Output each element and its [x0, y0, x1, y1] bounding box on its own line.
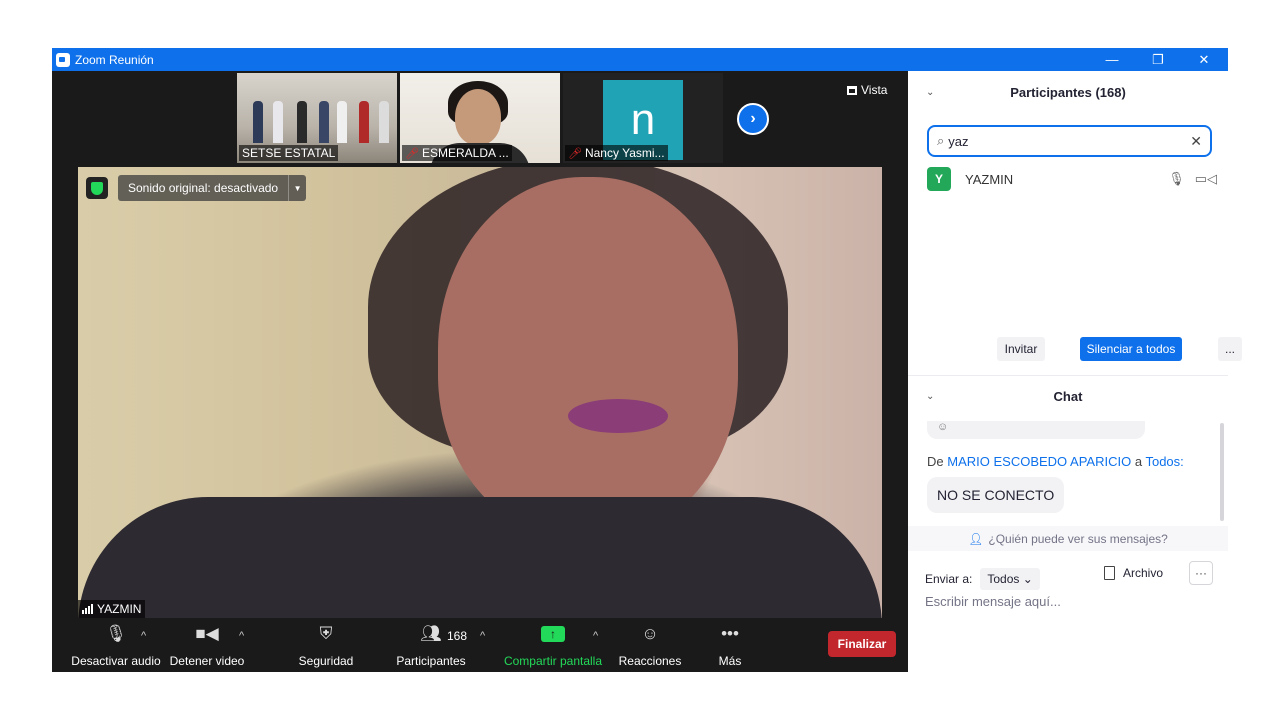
- thumbnail-name: 🎤︎ Nancy Yasmi...: [565, 145, 668, 161]
- invite-button[interactable]: Invitar: [997, 337, 1045, 361]
- zoom-app-icon: [56, 52, 70, 67]
- participants-options-caret-icon[interactable]: ^: [480, 630, 485, 642]
- original-sound-toggle[interactable]: Sonido original: desactivado ▼: [118, 175, 307, 201]
- more-button[interactable]: ••• Más: [710, 622, 750, 668]
- search-value[interactable]: yaz: [948, 134, 1190, 149]
- title-bar: Zoom Reunión — ❐ ✕: [52, 48, 1228, 71]
- encryption-shield-icon[interactable]: [86, 177, 108, 199]
- video-camera-icon[interactable]: ▭◁: [1195, 171, 1217, 187]
- chat-message-input[interactable]: Escribir mensaje aquí...: [925, 594, 1215, 609]
- emoji-icon: ☺︎: [937, 421, 949, 433]
- mic-muted-icon: 🎤︎: [568, 148, 582, 160]
- mute-audio-button[interactable]: 🎙︎ Desactivar audio: [62, 622, 170, 668]
- video-figure: [297, 101, 307, 143]
- participant-avatar: Y: [927, 167, 951, 191]
- video-figure: [273, 101, 283, 143]
- share-screen-button[interactable]: ↑ Compartir pantalla: [500, 622, 606, 668]
- shield-icon: ⛨: [319, 624, 333, 643]
- close-window-button[interactable]: ✕: [1181, 48, 1227, 71]
- participant-search-input[interactable]: ⌕ yaz ✕: [927, 125, 1212, 157]
- signal-strength-icon: [82, 604, 93, 614]
- send-to-dropdown[interactable]: Todos ⌄: [980, 568, 1040, 590]
- view-button[interactable]: Vista: [847, 83, 887, 97]
- next-page-button[interactable]: ›: [737, 103, 769, 135]
- microphone-icon: 🎙︎: [105, 624, 127, 643]
- participant-list-item[interactable]: Y YAZMIN 🎙︎ ▭◁: [927, 167, 1217, 191]
- audio-options-caret-icon[interactable]: ^: [141, 630, 146, 642]
- grid-icon: [847, 85, 857, 95]
- chat-message-header: De MARIO ESCOBEDO APARICIO a Todos:: [927, 454, 1184, 469]
- share-options-caret-icon[interactable]: ^: [593, 630, 598, 642]
- clear-search-icon[interactable]: ✕: [1190, 133, 1202, 150]
- video-figure: [455, 89, 501, 145]
- chat-message-bubble: ☺︎: [927, 421, 1145, 439]
- microphone-icon[interactable]: 🎙︎: [1168, 171, 1185, 187]
- reactions-button[interactable]: ☺︎ Reacciones: [614, 622, 686, 668]
- thumbnail-name: SETSE ESTATAL: [239, 145, 339, 161]
- stop-video-button[interactable]: ■◀ Detener video: [166, 622, 248, 668]
- smiley-plus-icon: ☺︎: [641, 624, 659, 643]
- end-meeting-button[interactable]: Finalizar: [828, 631, 896, 657]
- mic-muted-icon: 🎤︎: [405, 148, 419, 160]
- video-figure: [568, 399, 668, 433]
- mute-all-button[interactable]: Silenciar a todos: [1080, 337, 1182, 361]
- video-figure: [438, 177, 738, 537]
- chat-message-bubble: NO SE CONECTO: [927, 477, 1065, 513]
- video-thumbnail-esmeralda[interactable]: 🎤︎ ESMERALDA ...: [400, 73, 560, 163]
- restore-button[interactable]: ❐: [1135, 48, 1181, 71]
- participant-name: YAZMIN: [965, 171, 1014, 187]
- participants-count: 168: [447, 629, 468, 643]
- meeting-area: SETSE ESTATAL 🎤︎ ESMERALDA ... n 🎤︎ Nancy …: [52, 71, 908, 672]
- video-options-caret-icon[interactable]: ^: [239, 630, 244, 642]
- file-button[interactable]: Archivo: [1104, 566, 1163, 580]
- chevron-down-icon[interactable]: ⌄: [926, 387, 934, 407]
- meeting-toolbar: 🎙︎ Desactivar audio ^ ■◀ Detener video ^…: [52, 618, 908, 672]
- chat-scrollbar[interactable]: [1220, 423, 1224, 521]
- active-speaker-video: Sonido original: desactivado ▼ YAZMIN: [78, 167, 882, 618]
- zoom-window: Zoom Reunión — ❐ ✕ SETSE ESTATAL 🎤︎ ESMER…: [52, 48, 1242, 672]
- chat-header: ⌄ Chat: [908, 387, 1228, 407]
- participants-icon: 👥︎: [420, 624, 442, 643]
- person-icon: 👤︎: [968, 531, 984, 546]
- more-dots-icon: •••: [721, 624, 739, 643]
- security-button[interactable]: ⛨ Seguridad: [290, 622, 362, 668]
- participants-header: ⌄ Participantes (168): [908, 83, 1228, 103]
- video-figure: [359, 101, 369, 143]
- video-figure: [253, 101, 263, 143]
- thumbnail-name: 🎤︎ ESMERALDA ...: [402, 145, 512, 161]
- chat-recipient[interactable]: Todos:: [1145, 454, 1183, 469]
- video-figure: [379, 101, 389, 143]
- chevron-down-icon: ⌄: [1022, 572, 1033, 586]
- video-figure: [78, 497, 882, 618]
- who-can-see-link[interactable]: 👤︎ ¿Quién puede ver sus mensajes?: [908, 526, 1228, 551]
- minimize-button[interactable]: —: [1089, 48, 1135, 71]
- video-thumbnail-setse[interactable]: SETSE ESTATAL: [237, 73, 397, 163]
- video-thumbnail-nancy[interactable]: n 🎤︎ Nancy Yasmi...: [563, 73, 723, 163]
- chat-sender[interactable]: MARIO ESCOBEDO APARICIO: [947, 454, 1131, 469]
- send-to-row: Enviar a: Todos ⌄: [925, 568, 1040, 590]
- original-sound-label: Sonido original: desactivado: [128, 181, 279, 195]
- window-title: Zoom Reunión: [75, 52, 154, 67]
- divider: [908, 375, 1228, 376]
- share-screen-icon: ↑: [541, 622, 565, 646]
- chevron-down-icon[interactable]: ▼: [288, 175, 306, 201]
- side-panel: ⌄ Participantes (168) ⌕ yaz ✕ Y YAZMIN 🎙…: [908, 71, 1242, 672]
- video-figure: [319, 101, 329, 143]
- video-figure: [337, 101, 347, 143]
- search-icon: ⌕: [937, 133, 945, 148]
- chevron-down-icon[interactable]: ⌄: [926, 83, 934, 103]
- participants-more-button[interactable]: ...: [1218, 337, 1242, 361]
- file-icon: [1104, 566, 1115, 580]
- video-camera-icon: ■◀: [195, 624, 219, 643]
- speaker-name-label: YAZMIN: [78, 600, 146, 618]
- chat-messages[interactable]: ☺︎ De MARIO ESCOBEDO APARICIO a Todos: N…: [908, 421, 1220, 526]
- chat-more-button[interactable]: ···: [1189, 561, 1213, 585]
